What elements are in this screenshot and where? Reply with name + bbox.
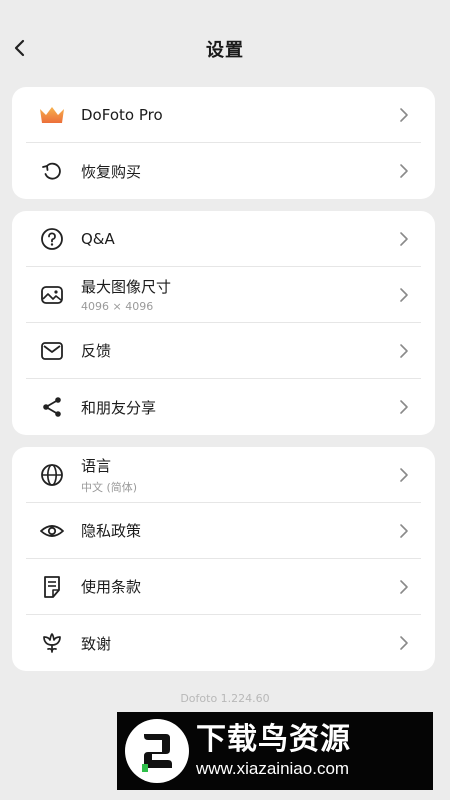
settings-item-label: 和朋友分享 (81, 398, 157, 417)
chevron-right-icon (399, 466, 413, 484)
chevron-right-icon (399, 398, 413, 416)
chevron-right-icon (399, 286, 413, 304)
chevron-right-icon (399, 230, 413, 248)
settings-item-label: 最大图像尺寸 (81, 278, 172, 296)
settings-item-label: 隐私政策 (81, 522, 142, 540)
settings-item-label: Q&A (81, 229, 115, 248)
settings-item-label: 恢复购买 (81, 162, 142, 181)
globe-icon (38, 461, 66, 489)
restore-icon (38, 157, 66, 185)
watermark-url: www.xiazainiao.com (196, 759, 350, 778)
settings-item-sublabel: 4096 × 4096 (81, 300, 154, 313)
settings-item-language[interactable]: 语言 中文 (简体) (26, 447, 421, 503)
settings-item-acknowledgements[interactable]: 致谢 (26, 615, 421, 671)
settings-item-label: 语言 (81, 456, 112, 475)
settings-item-share[interactable]: 和朋友分享 (26, 379, 421, 435)
settings-item-qa[interactable]: Q&A (26, 211, 421, 267)
chevron-right-icon (399, 578, 413, 596)
chevron-right-icon (399, 634, 413, 652)
chevron-right-icon (399, 106, 413, 124)
settings-item-sublabel: 中文 (简体) (81, 480, 138, 494)
settings-item-restore-purchase[interactable]: 恢复购买 (26, 143, 421, 199)
settings-item-label: 反馈 (81, 342, 112, 360)
chevron-right-icon (399, 342, 413, 360)
chevron-right-icon (399, 522, 413, 540)
share-icon (38, 393, 66, 421)
app-version: Dofoto 1.224.60 (180, 692, 270, 705)
settings-card-about: 语言 中文 (简体) 隐私政策 使用条款 致谢 (12, 447, 435, 671)
watermark-banner: 下载鸟资源 www.xiazainiao.com (117, 712, 433, 790)
eye-icon (38, 517, 66, 545)
watermark-title: 下载鸟资源 (196, 722, 351, 757)
flower-icon (38, 629, 66, 657)
settings-card-pro: DoFoto Pro 恢复购买 (12, 87, 435, 199)
page-title: 设置 (206, 40, 244, 61)
settings-item-max-image-size[interactable]: 最大图像尺寸 4096 × 4096 (26, 267, 421, 323)
settings-item-dofoto-pro[interactable]: DoFoto Pro (26, 87, 421, 143)
settings-item-feedback[interactable]: 反馈 (26, 323, 421, 379)
question-icon (38, 225, 66, 253)
document-icon (38, 573, 66, 601)
header: 设置 (0, 0, 450, 98)
chevron-right-icon (399, 162, 413, 180)
settings-card-general: Q&A 最大图像尺寸 4096 × 4096 反馈 和朋友分享 (12, 211, 435, 435)
image-size-icon (38, 281, 66, 309)
bird-logo-icon (122, 716, 192, 786)
crown-icon (38, 101, 66, 129)
settings-item-privacy-policy[interactable]: 隐私政策 (26, 503, 421, 559)
settings-item-label: 致谢 (81, 634, 112, 653)
settings-item-terms-of-use[interactable]: 使用条款 (26, 559, 421, 615)
settings-item-label: DoFoto Pro (81, 105, 163, 124)
settings-item-label: 使用条款 (81, 578, 142, 596)
mail-icon (38, 337, 66, 365)
